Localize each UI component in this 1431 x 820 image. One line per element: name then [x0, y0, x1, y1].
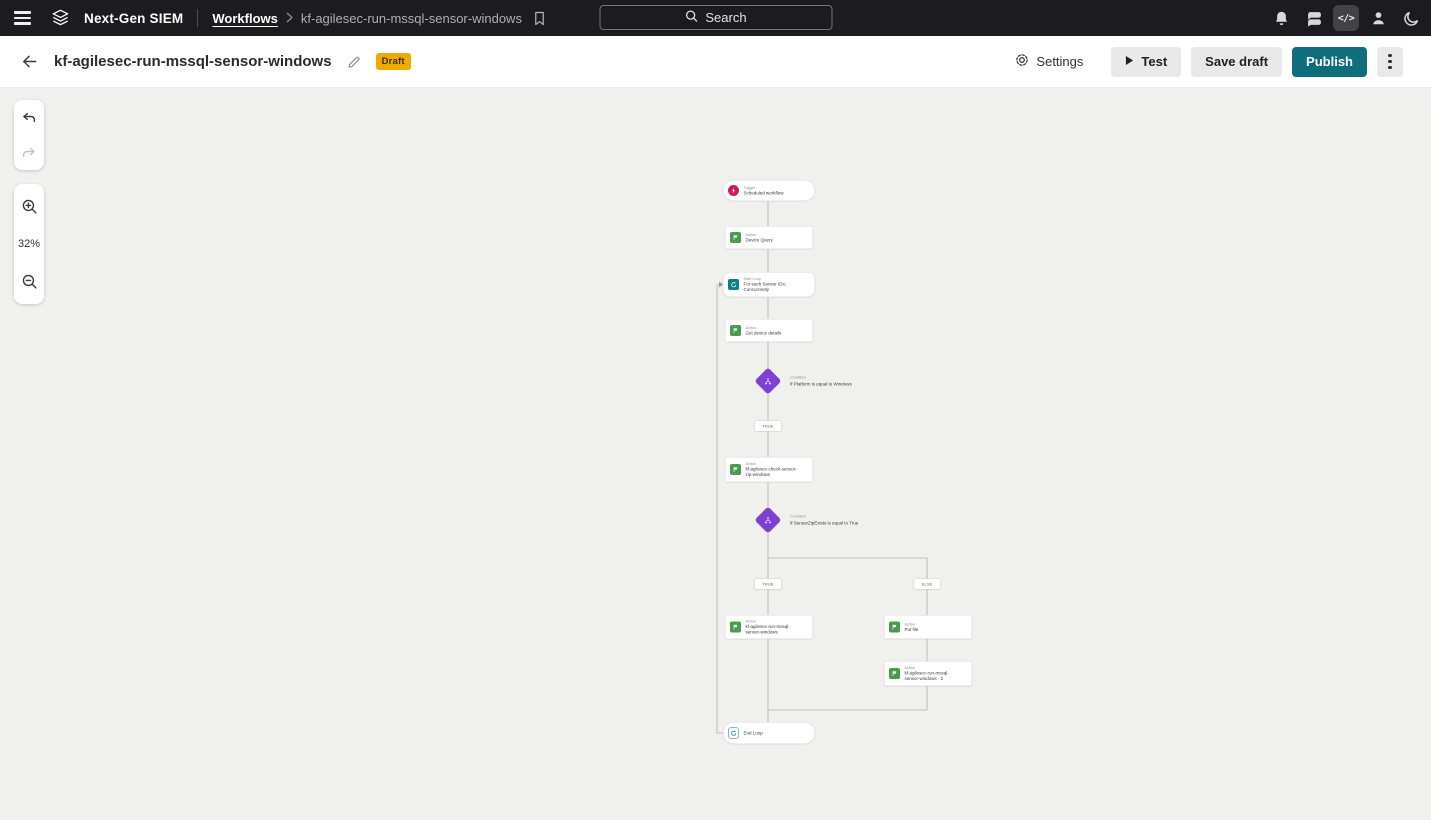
node-title: Put file: [905, 627, 919, 633]
zoom-out-icon[interactable]: [15, 267, 43, 295]
action-flag-icon: [889, 668, 900, 679]
workflow-canvas[interactable]: 32% Trigger Scheduled workflow: [0, 88, 1431, 820]
node-put-file[interactable]: Action Put file: [884, 615, 972, 639]
dark-mode-moon-icon[interactable]: [1397, 4, 1425, 32]
loop-end-icon: [728, 728, 739, 739]
node-title: Device Query: [746, 237, 773, 243]
history-panel: [14, 100, 44, 170]
zoom-panel: 32%: [14, 184, 44, 304]
undo-icon[interactable]: [15, 104, 43, 132]
workflow-toolbar: kf-agilesec-run-mssql-sensor-windows Dra…: [0, 36, 1431, 88]
search-icon: [684, 9, 698, 26]
node-run-mssql-sensor-windows-2[interactable]: Action kf-agilesec-run-mssql- sensor-win…: [884, 661, 972, 686]
branch-icon: [764, 377, 772, 385]
save-draft-button[interactable]: Save draft: [1191, 47, 1282, 77]
node-title-line2: zip-windows: [746, 472, 797, 478]
lightning-icon: [728, 185, 739, 196]
nav-divider: [197, 9, 198, 27]
condition-label: Condition If Platform is equal to Window…: [790, 375, 852, 387]
loop-icon: [728, 279, 739, 290]
workflow-connectors: [0, 88, 1000, 820]
zoom-in-icon[interactable]: [15, 193, 43, 221]
breadcrumb-current: kf-agilesec-run-mssql-sensor-windows: [301, 11, 522, 26]
settings-button[interactable]: Settings: [1014, 52, 1083, 71]
action-flag-icon: [889, 622, 900, 633]
publish-button[interactable]: Publish: [1292, 47, 1367, 77]
node-title-line2: sensor-windows - 2: [905, 676, 949, 682]
node-start-loop[interactable]: Start Loop For each Sensor IDs; Concurre…: [723, 272, 815, 297]
breadcrumb: Workflows kf-agilesec-run-mssql-sensor-w…: [212, 8, 550, 28]
node-title-line2: Concurrently: [744, 287, 787, 293]
search-input[interactable]: Search: [599, 5, 832, 30]
action-flag-icon: [730, 464, 741, 475]
branch-icon: [764, 516, 772, 524]
condition-label: Condition If SensorZipExists is equal to…: [790, 514, 858, 526]
messages-icon[interactable]: [1300, 4, 1328, 32]
code-icon[interactable]: </>: [1333, 5, 1359, 31]
user-profile-icon[interactable]: [1364, 4, 1392, 32]
node-title-line2: sensor-windows: [746, 630, 790, 636]
kebab-menu-icon[interactable]: [1377, 47, 1403, 77]
status-badge: Draft: [376, 53, 411, 70]
gear-icon: [1014, 52, 1030, 71]
node-run-mssql-sensor-windows[interactable]: Action kf-agilesec-run-mssql- sensor-win…: [725, 615, 813, 639]
search-placeholder: Search: [705, 10, 746, 25]
node-trigger-scheduled-workflow[interactable]: Trigger Scheduled workflow: [723, 180, 815, 201]
node-get-device-details[interactable]: Action Get device details: [725, 319, 813, 342]
branch-label-true: TRUE: [755, 579, 782, 590]
node-title: End Loop: [744, 730, 763, 736]
node-title: Scheduled workflow: [744, 190, 784, 196]
node-check-sensor-zip[interactable]: Action kf-agilesec-check-sensor- zip-win…: [725, 457, 813, 482]
edit-pencil-icon[interactable]: [342, 50, 366, 74]
breadcrumb-workflows-link[interactable]: Workflows: [212, 11, 278, 26]
back-arrow-icon[interactable]: [14, 47, 44, 77]
branch-label-true: TRUE: [755, 421, 782, 432]
node-title: Get device details: [746, 330, 782, 336]
zoom-level: 32%: [18, 238, 40, 250]
chevron-right-icon: [286, 11, 293, 26]
hamburger-menu-icon[interactable]: [8, 4, 36, 32]
redo-icon[interactable]: [15, 139, 43, 167]
product-name: Next-Gen SIEM: [84, 11, 183, 26]
notifications-bell-icon[interactable]: [1267, 4, 1295, 32]
logo-icon[interactable]: [46, 4, 74, 32]
top-nav: Next-Gen SIEM Workflows kf-agilesec-run-…: [0, 0, 1431, 36]
branch-label-else: ELSE: [914, 579, 941, 590]
test-button[interactable]: Test: [1111, 47, 1181, 77]
action-flag-icon: [730, 325, 741, 336]
node-end-loop[interactable]: End Loop: [723, 722, 815, 744]
page-title: kf-agilesec-run-mssql-sensor-windows: [54, 53, 332, 70]
action-flag-icon: [730, 232, 741, 243]
bookmark-icon[interactable]: [530, 8, 550, 28]
workflow-diagram: Trigger Scheduled workflow Action Device…: [0, 88, 1431, 820]
play-icon: [1125, 54, 1134, 69]
node-device-query[interactable]: Action Device Query: [725, 226, 813, 249]
action-flag-icon: [730, 622, 741, 633]
